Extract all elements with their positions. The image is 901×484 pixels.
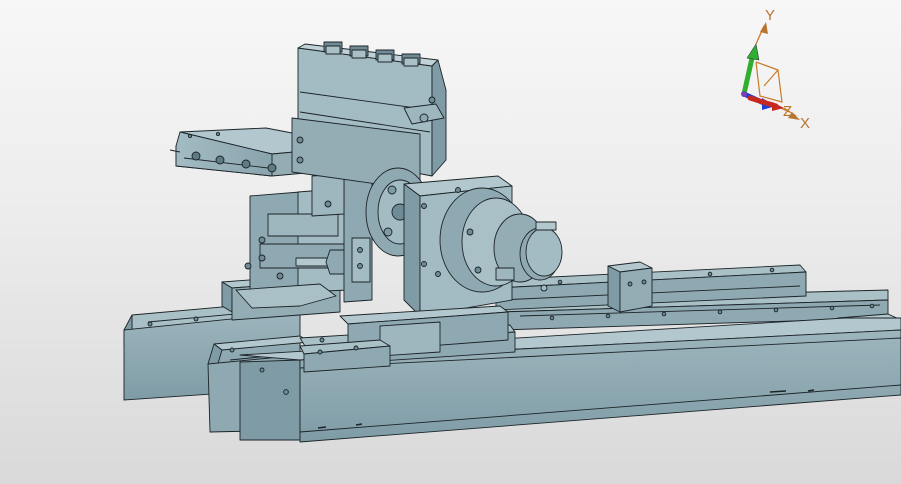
orientation-triad[interactable]: Y Z X (741, 7, 810, 132)
tailstock-block (607, 261, 653, 313)
vertical-tool-post (291, 41, 447, 191)
z-axis-label: Z (783, 103, 792, 120)
left-tool-assembly (221, 167, 373, 321)
machine-model[interactable]: Y Z X (0, 0, 901, 484)
triad-origin (741, 91, 747, 97)
y-axis-arrow (741, 22, 768, 97)
x-axis-label: X (800, 115, 810, 132)
x-axis-arrow (747, 95, 800, 120)
cad-3d-viewport[interactable]: Y Z X (0, 0, 901, 484)
y-axis-label: Y (765, 7, 775, 24)
triad-frame (755, 61, 783, 103)
